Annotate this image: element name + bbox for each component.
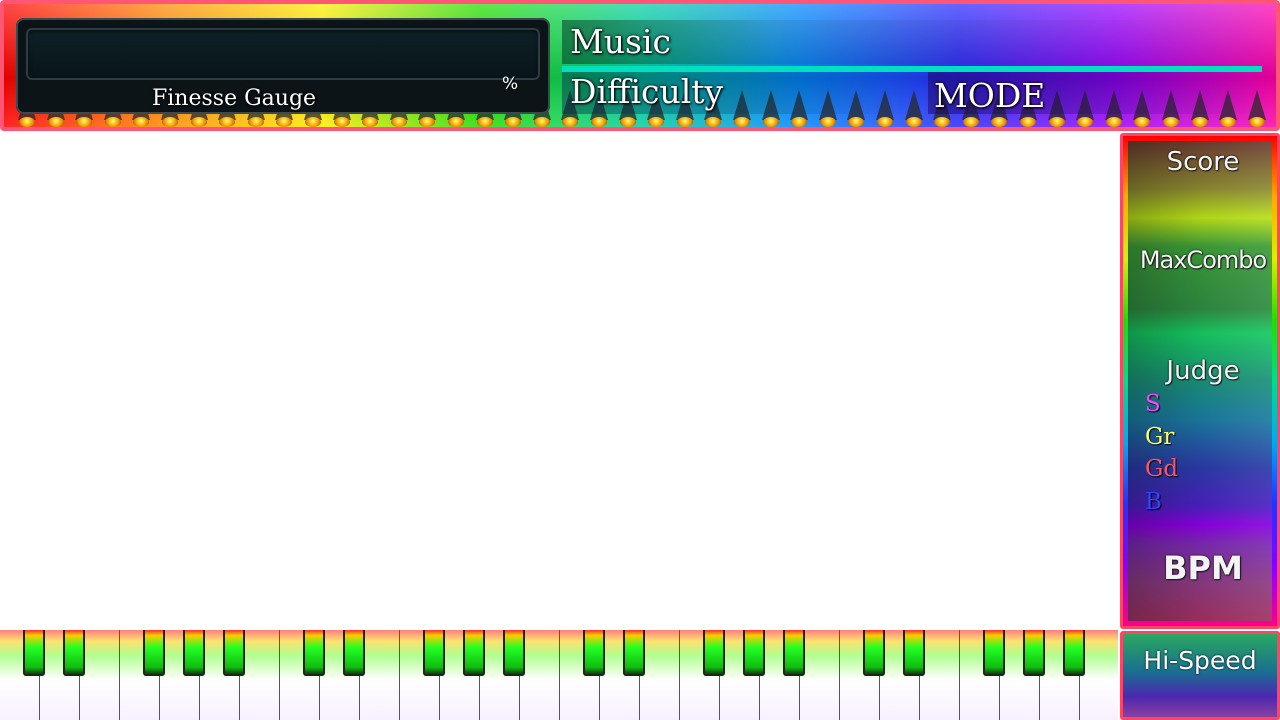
- bulb-ornament: [1248, 117, 1265, 127]
- finesse-gauge-bar: [26, 28, 540, 80]
- bulb-ornament: [962, 117, 979, 127]
- judge-gr-label: Gr: [1145, 424, 1175, 450]
- piano-black-key: [703, 630, 725, 676]
- piano-black-key: [583, 630, 605, 676]
- bulb-ornament: [905, 117, 922, 127]
- bulb-ornament: [819, 117, 836, 127]
- bulb-ornament: [734, 117, 750, 127]
- bulb-ornament: [877, 117, 893, 127]
- piano-white-key: [360, 630, 400, 720]
- judge-gd-label: Gd: [1145, 456, 1179, 482]
- piano-black-key: [183, 630, 205, 676]
- finesse-gauge-percent: %: [502, 74, 519, 94]
- piano-black-key: [503, 630, 525, 676]
- piano-white-key: [80, 630, 120, 720]
- bulb-ornament: [1077, 117, 1094, 127]
- piano-white-key: [1080, 630, 1118, 720]
- bulb-ornament: [676, 117, 693, 127]
- piano-black-key: [143, 630, 165, 676]
- piano-white-key: [920, 630, 960, 720]
- bulb-ornament: [991, 117, 1008, 127]
- piano-black-key: [223, 630, 245, 676]
- bulb-ornament: [1105, 117, 1122, 127]
- piano-black-key: [783, 630, 805, 676]
- judge-b-label: B: [1145, 489, 1162, 515]
- piano-black-key: [423, 630, 445, 676]
- play-field: [0, 133, 1118, 630]
- bulb-ornament: [1134, 117, 1151, 127]
- bulb-ornament: [619, 117, 636, 127]
- bulb-ornament: [934, 117, 951, 127]
- piano-white-key: [800, 630, 840, 720]
- bpm-label: BPM: [1163, 549, 1243, 587]
- piano-white-key: [240, 630, 280, 720]
- bulb-ornament: [419, 117, 436, 127]
- score-label: Score: [1166, 147, 1240, 177]
- bulb-ornament: [762, 117, 779, 127]
- judge-label: Judge: [1166, 356, 1240, 386]
- bulb-ornament: [505, 117, 522, 127]
- piano-black-key: [623, 630, 645, 676]
- piano-black-key: [743, 630, 765, 676]
- bulb-ornament: [362, 117, 379, 127]
- bulb-ornament: [791, 117, 808, 127]
- bulb-ornament: [705, 117, 722, 127]
- piano-white-key: [520, 630, 560, 720]
- bulb-ornament: [1020, 117, 1036, 127]
- bulb-ornament: [448, 117, 464, 127]
- difficulty-label: Difficulty: [570, 72, 724, 111]
- piano-keyboard: [0, 630, 1118, 720]
- judge-s-label: S: [1145, 391, 1161, 417]
- bulb-ornament: [562, 117, 579, 127]
- bulb-ornament: [276, 117, 293, 127]
- piano-white-key: [640, 630, 680, 720]
- bulb-ornament: [305, 117, 321, 127]
- bulb-ornament: [848, 117, 865, 127]
- music-label: Music: [570, 22, 672, 61]
- piano-black-key: [1023, 630, 1045, 676]
- piano-black-key: [983, 630, 1005, 676]
- finesse-gauge-label: Finesse Gauge: [152, 86, 317, 111]
- bulb-ornament: [1220, 117, 1237, 127]
- bulb-ornament: [76, 117, 93, 127]
- bulb-ornament: [390, 117, 407, 127]
- piano-black-key: [303, 630, 325, 676]
- bulb-ornament: [1191, 117, 1208, 127]
- bulb-ornament: [533, 117, 550, 127]
- top-bar: Finesse Gauge % Music Difficulty MODE: [0, 0, 1280, 131]
- status-panel: Score MaxCombo Judge S Gr Gd B BPM: [1120, 133, 1280, 629]
- bulb-ornament: [1163, 117, 1179, 127]
- bulb-ornament: [133, 117, 150, 127]
- bulb-ornament: [591, 117, 607, 127]
- bulb-ornament: [1048, 117, 1065, 127]
- piano-black-key: [863, 630, 885, 676]
- piano-black-key: [63, 630, 85, 676]
- bulb-ornament: [190, 117, 207, 127]
- bulb-ornament: [476, 117, 493, 127]
- piano-black-key: [343, 630, 365, 676]
- bulb-ornament: [104, 117, 121, 127]
- piano-black-key: [23, 630, 45, 676]
- bulb-ornament: [219, 117, 236, 127]
- bulb-ornament: [333, 117, 350, 127]
- bulb-ornament: [162, 117, 178, 127]
- status-panel-inner: Score MaxCombo Judge S Gr Gd B BPM: [1128, 141, 1272, 621]
- piano-black-key: [903, 630, 925, 676]
- bulb-ornament: [247, 117, 264, 127]
- bulb-ornament: [19, 117, 35, 127]
- bulb-ornament: [648, 117, 665, 127]
- hispeed-panel: Hi-Speed: [1120, 631, 1280, 720]
- piano-black-key: [463, 630, 485, 676]
- hispeed-label: Hi-Speed: [1143, 646, 1257, 675]
- bulb-ornament: [47, 117, 64, 127]
- piano-black-key: [1063, 630, 1085, 676]
- mode-label: MODE: [934, 76, 1046, 115]
- maxcombo-label: MaxCombo: [1139, 246, 1267, 274]
